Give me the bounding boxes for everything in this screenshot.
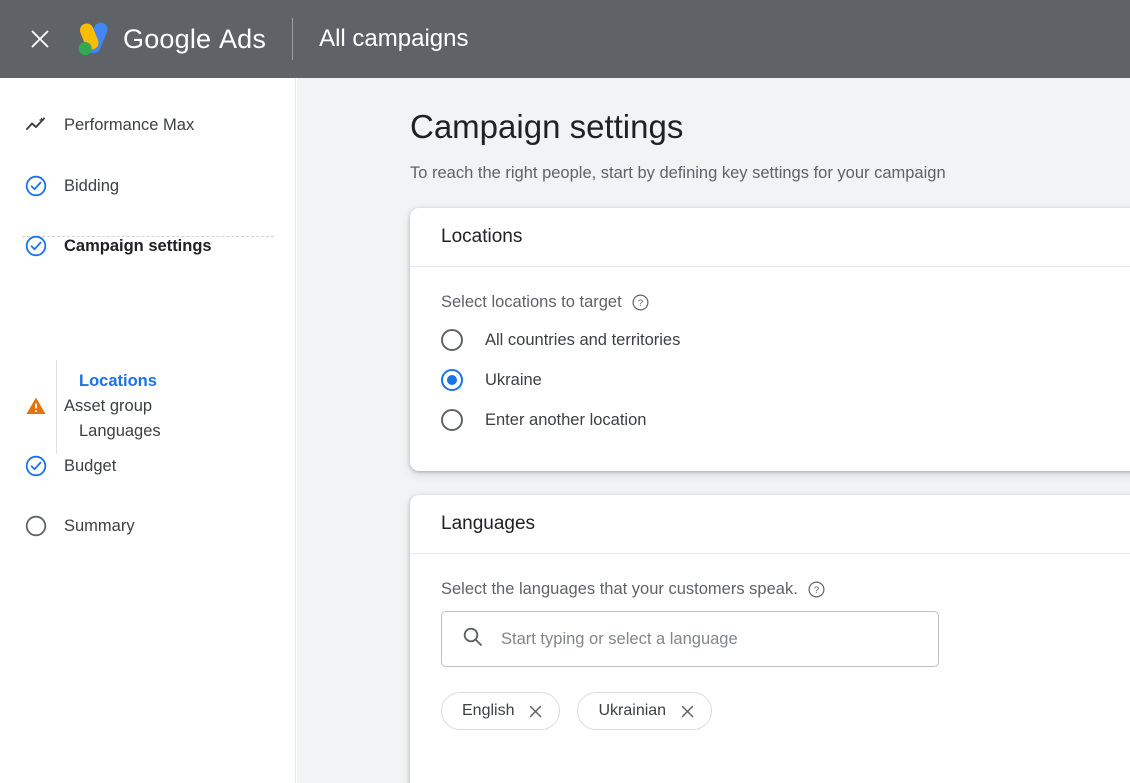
radio-button-selected[interactable] [441, 369, 463, 391]
sidebar-item-label: Asset group [64, 396, 153, 415]
radio-label: Enter another location [485, 410, 647, 429]
page-title: Campaign settings [410, 108, 684, 145]
breadcrumb: All campaigns [319, 25, 469, 52]
check-circle-icon [25, 235, 47, 257]
radio-all-countries[interactable]: All countries and territories [441, 320, 1130, 360]
sidebar-item-label: Performance Max [64, 115, 195, 134]
close-icon[interactable] [27, 26, 53, 52]
check-circle-icon [25, 175, 47, 197]
languages-card-header: Languages [410, 495, 1130, 554]
locations-card-header: Locations [410, 208, 1130, 267]
radio-button[interactable] [441, 409, 463, 431]
language-search-input[interactable] [501, 629, 901, 649]
help-circle-icon[interactable]: ? [808, 581, 825, 598]
sidebar-item-campaign-settings[interactable]: Campaign settings [0, 226, 296, 266]
radio-label: Ukraine [485, 370, 542, 389]
languages-field-label: Select the languages that your customers… [441, 580, 798, 598]
page-subtitle: To reach the right people, start by defi… [410, 164, 946, 182]
close-icon[interactable] [680, 704, 695, 719]
languages-card: Languages Select the languages that your… [410, 495, 1130, 783]
warning-triangle-icon [25, 395, 47, 417]
chip-label: English [462, 702, 515, 719]
brand-google: Google [123, 23, 212, 54]
chip-label: Ukrainian [598, 702, 667, 719]
brand-name: Google Ads [123, 24, 266, 55]
check-circle-icon [25, 455, 47, 477]
radio-label: All countries and territories [485, 330, 681, 349]
search-icon [462, 626, 483, 652]
sidebar-item-label: Summary [64, 516, 135, 535]
close-icon[interactable] [528, 704, 543, 719]
chip-english[interactable]: English [441, 692, 561, 730]
sidebar-item-label: Campaign settings [64, 236, 212, 255]
sidebar-item-label: Bidding [64, 176, 120, 195]
sidebar-nav: Performance Max Bidding Campaign setting… [0, 78, 296, 783]
languages-field-label-row: Select the languages that your customers… [441, 580, 1130, 599]
empty-circle-icon [25, 515, 47, 537]
radio-button[interactable] [441, 329, 463, 351]
top-app-bar: Google Ads All campaigns [0, 0, 1130, 78]
radio-enter-another-location[interactable]: Enter another location [441, 400, 1130, 440]
topbar-divider [292, 18, 294, 60]
sidebar-item-label: Budget [64, 456, 117, 475]
locations-field-label-row: Select locations to target ? [441, 293, 1130, 312]
locations-card-body: Select locations to target ? All countri… [410, 267, 1130, 440]
trending-sparkle-icon [25, 114, 47, 136]
brand-ads: Ads [218, 23, 267, 54]
svg-text:?: ? [638, 298, 643, 309]
language-search-box[interactable] [441, 611, 939, 667]
sidebar-item-asset-group[interactable]: Asset group [0, 386, 296, 426]
svg-text:?: ? [814, 585, 819, 596]
locations-field-label: Select locations to target [441, 293, 622, 311]
chip-ukrainian[interactable]: Ukrainian [577, 692, 713, 730]
radio-ukraine[interactable]: Ukraine [441, 360, 1130, 400]
google-ads-logo [71, 17, 115, 61]
locations-card: Locations Select locations to target ? A… [410, 208, 1130, 471]
sidebar-item-bidding[interactable]: Bidding [0, 166, 296, 206]
languages-card-title: Languages [441, 513, 536, 534]
languages-card-body: Select the languages that your customers… [410, 554, 1130, 730]
help-circle-icon[interactable]: ? [632, 294, 649, 311]
main-content: Campaign settings To reach the right peo… [297, 78, 1130, 783]
locations-card-title: Locations [441, 226, 523, 247]
sidebar-item-performance-max[interactable]: Performance Max [0, 105, 296, 145]
sidebar-item-summary[interactable]: Summary [0, 506, 296, 546]
selected-languages-chips: English Ukrainian [441, 692, 1130, 730]
sidebar-item-budget[interactable]: Budget [0, 446, 296, 486]
